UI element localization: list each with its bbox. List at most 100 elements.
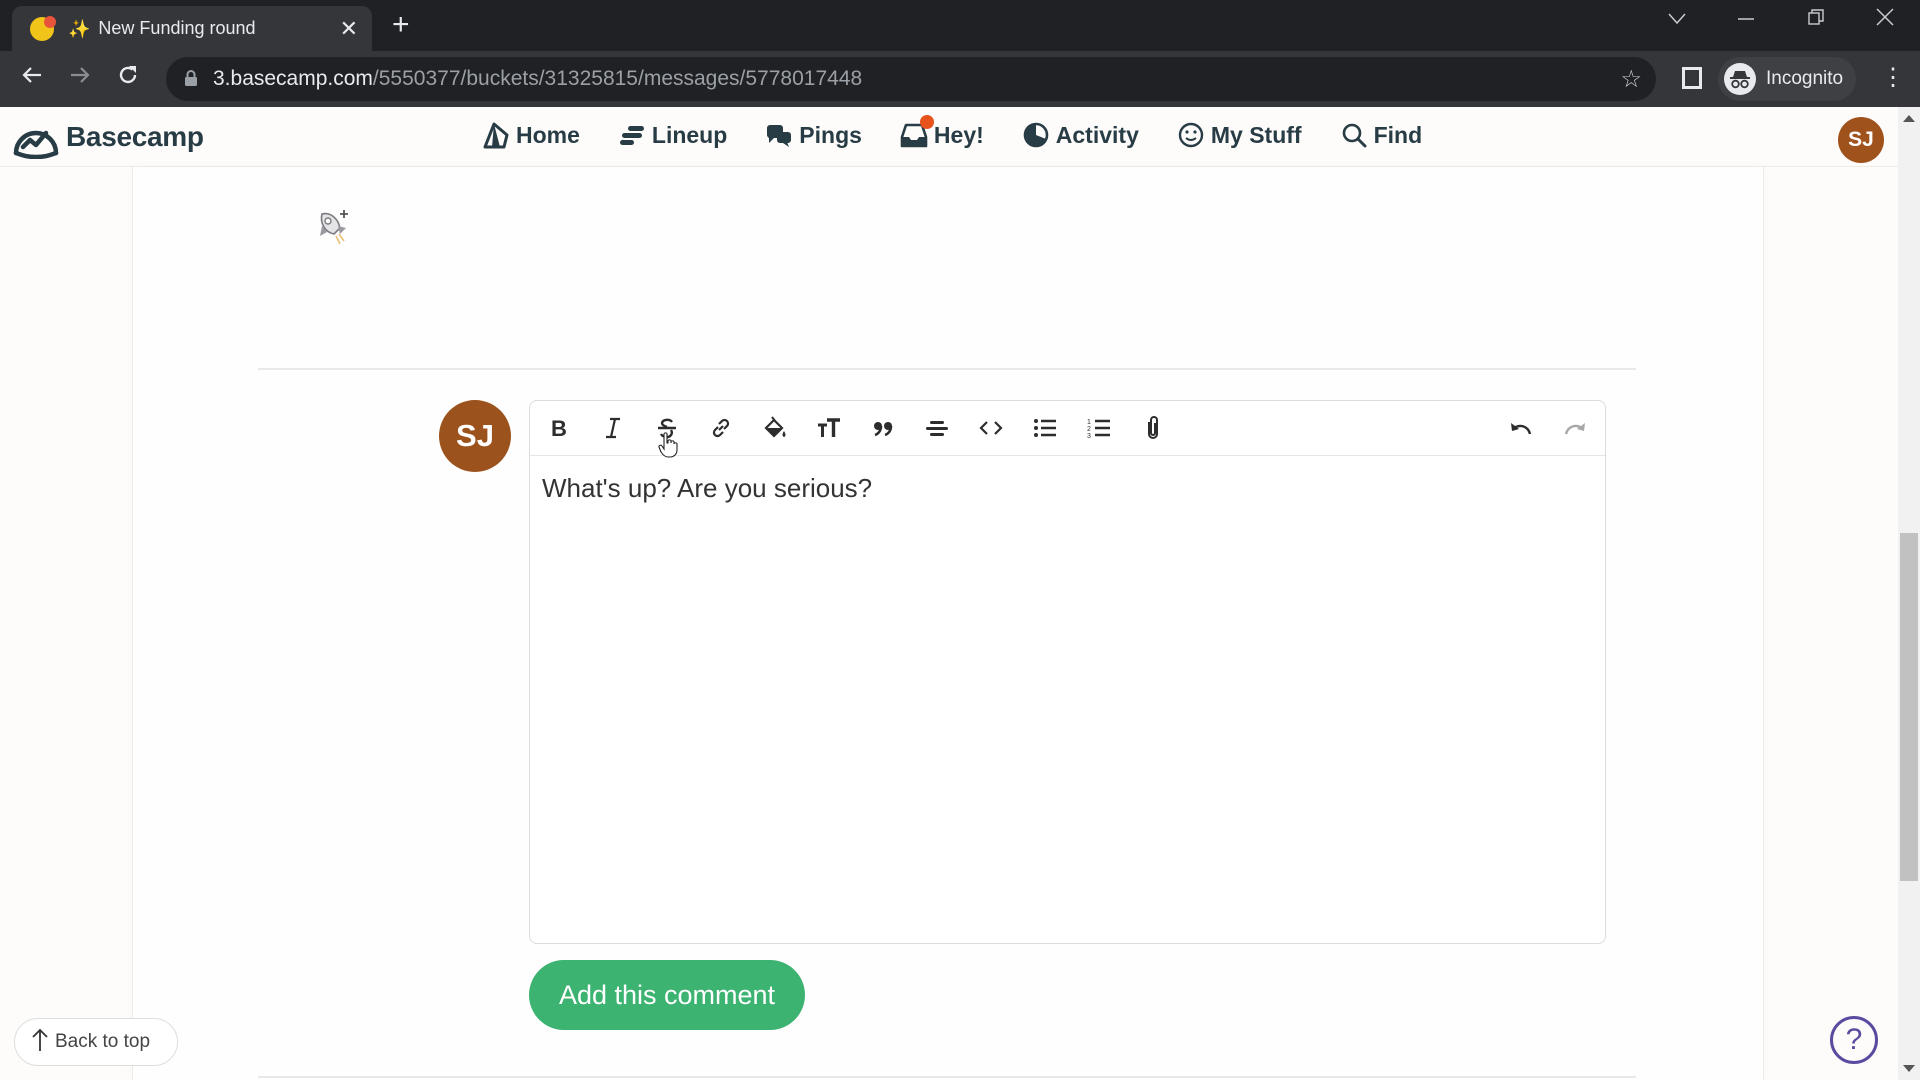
tab-search-chevron-icon[interactable] xyxy=(1668,8,1686,31)
undo-icon xyxy=(1511,423,1532,435)
svg-text:B: B xyxy=(551,416,567,441)
home-icon xyxy=(482,121,510,149)
bookmark-star-icon[interactable]: ☆ xyxy=(1620,65,1642,94)
url-path: /5550377/buckets/31325815/messages/57780… xyxy=(372,67,863,90)
basecamp-logo-icon xyxy=(13,130,59,159)
user-avatar[interactable]: SJ xyxy=(1838,117,1884,163)
tab-close-icon[interactable]: ✕ xyxy=(340,17,358,40)
basecamp-favicon-icon xyxy=(30,15,56,41)
comment-body-text[interactable]: What's up? Are you serious? xyxy=(542,473,872,504)
editor-toolbar: B 123 xyxy=(530,401,1605,456)
app-name: Basecamp xyxy=(66,121,204,152)
browser-menu-icon[interactable]: ⋮ xyxy=(1881,63,1905,93)
bold-icon: B xyxy=(551,416,567,441)
window-close-icon[interactable] xyxy=(1876,8,1894,32)
link-icon xyxy=(712,418,730,438)
section-divider-bottom xyxy=(258,1076,1636,1078)
svg-text:2: 2 xyxy=(1087,426,1091,433)
reload-icon[interactable] xyxy=(116,63,140,95)
highlight-button[interactable] xyxy=(759,412,791,444)
nav-my-stuff-label: My Stuff xyxy=(1210,121,1302,148)
scrollbar-thumb[interactable] xyxy=(1900,533,1918,881)
svg-text:3: 3 xyxy=(1087,433,1091,440)
comment-author-avatar: SJ xyxy=(439,400,511,472)
lineup-icon xyxy=(618,121,646,149)
undo-button[interactable] xyxy=(1505,412,1537,444)
section-divider xyxy=(258,368,1636,370)
nav-my-stuff[interactable]: My Stuff xyxy=(1177,121,1302,149)
text-size-icon xyxy=(818,418,840,437)
browser-toolbar: 3.basecamp.com/5550377/buckets/31325815/… xyxy=(0,51,1920,107)
bullet-list-icon xyxy=(1034,419,1056,437)
italic-icon xyxy=(606,417,620,439)
redo-icon xyxy=(1564,423,1585,435)
incognito-icon xyxy=(1724,63,1756,95)
bold-button[interactable]: B xyxy=(543,412,575,444)
nav-pings-label: Pings xyxy=(799,121,862,148)
restore-icon[interactable] xyxy=(1808,8,1824,31)
add-comment-button[interactable]: Add this comment xyxy=(529,960,805,1030)
incognito-label: Incognito xyxy=(1766,68,1844,89)
numbered-list-button[interactable]: 123 xyxy=(1083,412,1115,444)
link-button[interactable] xyxy=(705,412,737,444)
url-host: 3.basecamp.com xyxy=(213,67,373,90)
search-icon xyxy=(1340,121,1368,149)
forward-arrow-icon[interactable] xyxy=(68,63,92,95)
boost-rocket-icon[interactable] xyxy=(316,208,352,248)
redo-button[interactable] xyxy=(1559,412,1591,444)
nav-lineup[interactable]: Lineup xyxy=(618,121,727,149)
nav-home[interactable]: Home xyxy=(482,121,580,149)
quote-icon xyxy=(874,422,893,437)
code-icon xyxy=(979,421,1003,435)
heading-button[interactable] xyxy=(813,412,845,444)
browser-tab[interactable]: ✨ New Funding round ✕ xyxy=(12,6,372,51)
bullet-list-button[interactable] xyxy=(1029,412,1061,444)
code-button[interactable] xyxy=(975,412,1007,444)
lock-icon xyxy=(185,70,197,86)
side-panel-icon[interactable] xyxy=(1682,67,1702,89)
scroll-down-arrow-icon[interactable] xyxy=(1903,1065,1915,1072)
pings-icon xyxy=(765,121,793,149)
sparkle-emoji: ✨ xyxy=(68,18,91,39)
back-arrow-icon[interactable] xyxy=(20,63,44,95)
smiley-icon xyxy=(1177,121,1205,149)
tab-title: New Funding round xyxy=(98,18,256,38)
nav-find-label: Find xyxy=(1373,121,1423,148)
numbered-list-icon: 123 xyxy=(1087,419,1110,440)
nav-hey-label: Hey! xyxy=(933,121,984,148)
nav-hey[interactable]: Hey! xyxy=(900,115,984,149)
back-to-top-button[interactable]: Back to top xyxy=(14,1018,178,1066)
main-nav: Home Lineup Pings Hey! Activity My Stuff… xyxy=(482,115,1460,149)
incognito-profile-button[interactable]: Incognito xyxy=(1718,57,1856,101)
back-to-top-label: Back to top xyxy=(55,1031,151,1052)
basecamp-logo[interactable]: Basecamp xyxy=(12,115,204,159)
url-text: 3.basecamp.com/5550377/buckets/31325815/… xyxy=(213,67,862,91)
nav-pings[interactable]: Pings xyxy=(765,121,862,149)
new-tab-icon[interactable]: + xyxy=(392,10,410,40)
hand-pointer-cursor-icon xyxy=(658,432,678,458)
help-question-icon: ? xyxy=(1845,1023,1863,1056)
attach-file-button[interactable] xyxy=(1137,412,1169,444)
activity-icon xyxy=(1022,121,1050,149)
browser-tab-strip: ✨ New Funding round ✕ + xyxy=(0,0,1920,51)
italic-button[interactable] xyxy=(597,412,629,444)
nav-home-label: Home xyxy=(516,121,580,148)
nav-activity[interactable]: Activity xyxy=(1022,121,1139,149)
scroll-up-arrow-icon[interactable] xyxy=(1903,115,1915,122)
nav-lineup-label: Lineup xyxy=(651,121,728,148)
app-header: Basecamp Home Lineup Pings Hey! Activity… xyxy=(0,107,1898,167)
paint-bucket-icon xyxy=(764,416,786,438)
paperclip-icon xyxy=(1148,416,1158,439)
nav-activity-label: Activity xyxy=(1055,121,1139,148)
horizontal-rule-icon xyxy=(926,421,948,436)
minimize-icon[interactable] xyxy=(1738,8,1754,31)
comment-editor[interactable]: B 123 What's up? Are you serious? xyxy=(529,400,1606,944)
horizontal-rule-button[interactable] xyxy=(921,412,953,444)
help-button[interactable]: ? xyxy=(1830,1016,1878,1064)
nav-find[interactable]: Find xyxy=(1340,121,1423,149)
quote-button[interactable] xyxy=(867,412,899,444)
notification-dot xyxy=(919,115,934,129)
arrow-up-icon xyxy=(31,1028,49,1056)
page-scrollbar[interactable] xyxy=(1898,107,1920,1080)
address-bar[interactable]: 3.basecamp.com/5550377/buckets/31325815/… xyxy=(166,57,1656,101)
